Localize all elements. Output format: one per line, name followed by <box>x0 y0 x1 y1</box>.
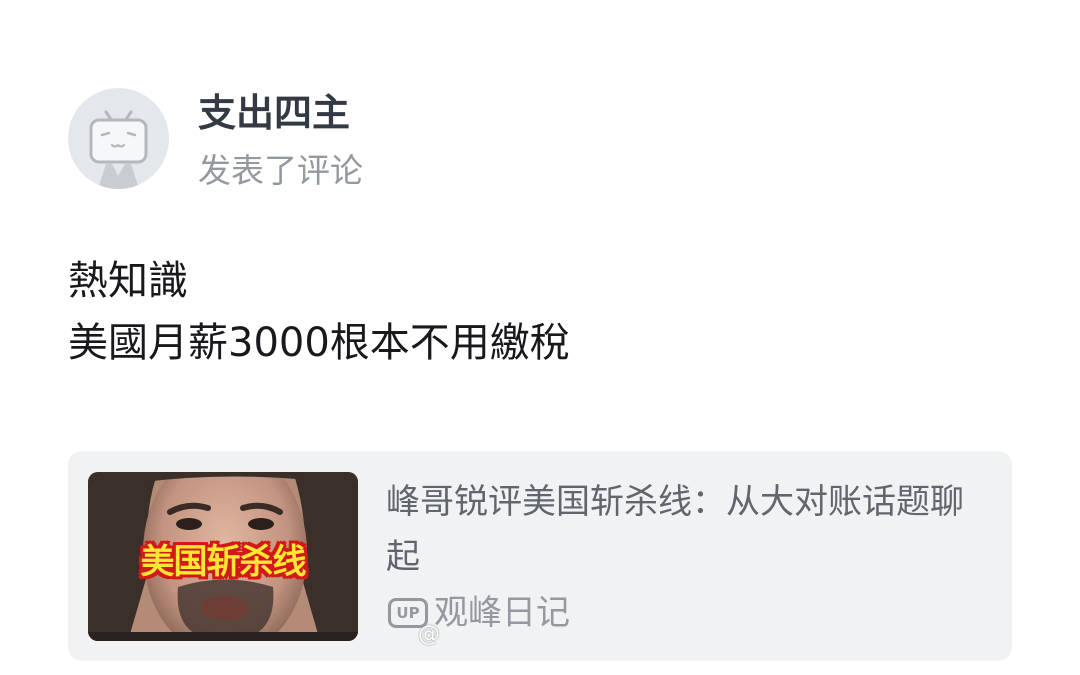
video-thumbnail[interactable]: 美国斩杀线 <box>88 472 358 641</box>
video-title[interactable]: 峰哥锐评美国斩杀线：从大对账话题聊起 <box>386 475 986 585</box>
post-action-label: 发表了评论 <box>198 151 363 190</box>
video-uploader[interactable]: UP 观峰日记 <box>388 591 570 635</box>
username[interactable]: 支出四主 <box>198 88 350 138</box>
comment-body-line: 美國月薪3000根本不用繳稅 <box>68 320 570 366</box>
avatar[interactable] <box>68 88 169 189</box>
uploader-name[interactable]: 观峰日记 <box>434 591 570 635</box>
watermark: @ <box>418 622 440 647</box>
video-card[interactable]: 美国斩杀线 峰哥锐评美国斩杀线：从大对账话题聊起 UP 观峰日记 <box>68 451 1012 661</box>
comment-body: 熱知識 美國月薪3000根本不用繳稅 <box>68 250 570 374</box>
bilibili-tv-mascot-icon <box>89 110 148 189</box>
thumbnail-caption: 美国斩杀线 <box>140 542 307 582</box>
comment-body-line: 熱知識 <box>68 258 188 304</box>
